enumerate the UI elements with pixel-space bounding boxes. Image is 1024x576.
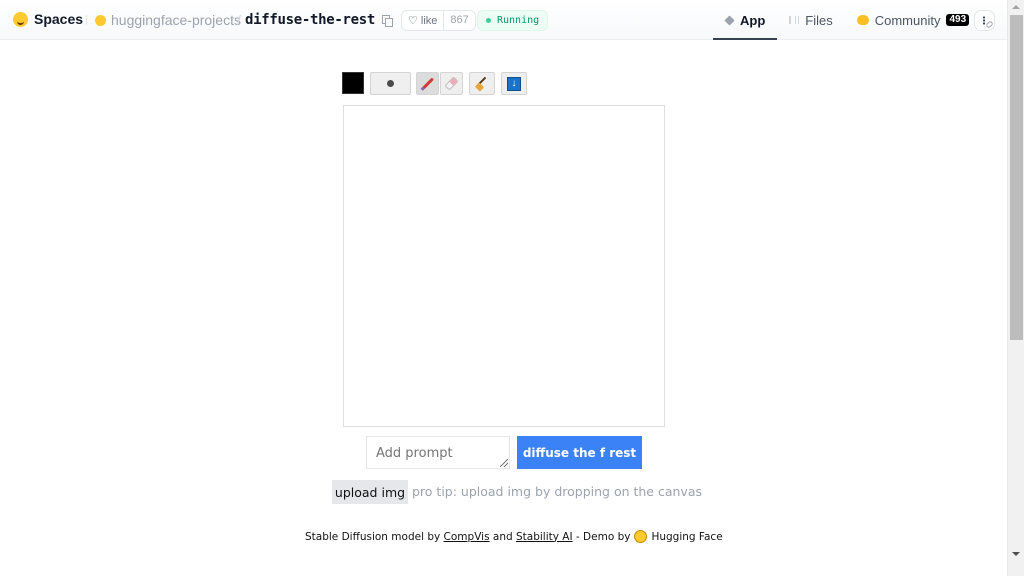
eraser-icon bbox=[444, 76, 459, 91]
link-icon bbox=[985, 20, 994, 29]
kebab-menu-icon bbox=[983, 16, 985, 25]
like-toggle[interactable]: ♡ like bbox=[402, 11, 445, 30]
vertical-scrollbar[interactable] bbox=[1007, 0, 1024, 576]
brush-tool-button[interactable] bbox=[416, 72, 439, 95]
diffuse-button[interactable]: diffuse the f rest bbox=[517, 436, 642, 469]
status-dot-icon bbox=[486, 18, 491, 23]
footer-prefix: Stable Diffusion model by bbox=[305, 530, 444, 543]
upload-image-button[interactable]: upload img bbox=[332, 480, 408, 504]
brush-size-button[interactable] bbox=[370, 72, 411, 95]
status-text: Running bbox=[497, 15, 540, 26]
compvis-link[interactable]: CompVis bbox=[444, 531, 490, 543]
like-label: like bbox=[420, 14, 438, 27]
spaces-link[interactable]: Spaces bbox=[13, 11, 83, 27]
like-button[interactable]: ♡ like 867 bbox=[401, 10, 476, 31]
resize-grip-icon[interactable] bbox=[500, 459, 508, 467]
org-avatar-icon bbox=[95, 15, 106, 26]
stability-ai-link[interactable]: Stability AI bbox=[516, 531, 573, 543]
space-tabs: App Files Community 493 bbox=[713, 0, 981, 40]
pro-tip-text: pro tip: upload img by dropping on the c… bbox=[412, 484, 702, 499]
prompt-input[interactable] bbox=[366, 436, 510, 469]
scroll-down-arrow-icon[interactable] bbox=[1012, 552, 1020, 556]
cube-icon bbox=[724, 14, 735, 26]
broom-icon bbox=[475, 77, 489, 91]
page: Spaces huggingface-projects / diffuse-th… bbox=[0, 0, 1007, 576]
scroll-up-arrow-icon[interactable] bbox=[1012, 5, 1020, 9]
color-picker[interactable] bbox=[342, 72, 364, 94]
clear-canvas-button[interactable] bbox=[469, 72, 495, 95]
tab-files[interactable]: Files bbox=[777, 0, 844, 40]
brush-size-dot-icon bbox=[387, 80, 394, 87]
like-count[interactable]: 867 bbox=[444, 11, 474, 30]
hugging-face-logo-icon bbox=[13, 11, 28, 27]
tab-files-label: Files bbox=[805, 12, 833, 28]
org-link[interactable]: huggingface-projects bbox=[111, 12, 241, 28]
more-options-button[interactable] bbox=[974, 10, 995, 31]
divider bbox=[86, 15, 87, 25]
community-icon bbox=[856, 15, 869, 25]
download-button[interactable]: ↓ bbox=[501, 72, 527, 95]
spaces-label: Spaces bbox=[34, 11, 84, 27]
footer-demo-by: - Demo by bbox=[572, 530, 631, 543]
copy-icon[interactable] bbox=[382, 15, 393, 27]
eraser-tool-button[interactable] bbox=[440, 72, 463, 95]
heart-icon: ♡ bbox=[408, 15, 418, 27]
paintbrush-icon bbox=[421, 77, 434, 90]
footer-and: and bbox=[489, 530, 516, 543]
scrollbar-thumb[interactable] bbox=[1010, 15, 1023, 340]
files-icon bbox=[789, 16, 800, 24]
status-badge: Running bbox=[477, 10, 549, 31]
footer: Stable Diffusion model by CompVis and St… bbox=[305, 530, 723, 543]
tab-community-label: Community bbox=[874, 12, 941, 28]
download-icon: ↓ bbox=[507, 76, 521, 91]
header: Spaces huggingface-projects / diffuse-th… bbox=[0, 0, 1007, 40]
tab-community[interactable]: Community 493 bbox=[845, 0, 981, 40]
hugging-face-emoji-icon bbox=[634, 530, 648, 543]
community-count-badge: 493 bbox=[946, 14, 970, 26]
footer-suffix: Hugging Face bbox=[651, 530, 723, 543]
tab-app-label: App bbox=[740, 12, 766, 28]
tab-app[interactable]: App bbox=[713, 0, 778, 40]
drawing-canvas[interactable] bbox=[343, 105, 665, 427]
path-separator: / bbox=[237, 12, 241, 28]
repo-name[interactable]: diffuse-the-rest bbox=[245, 12, 375, 28]
